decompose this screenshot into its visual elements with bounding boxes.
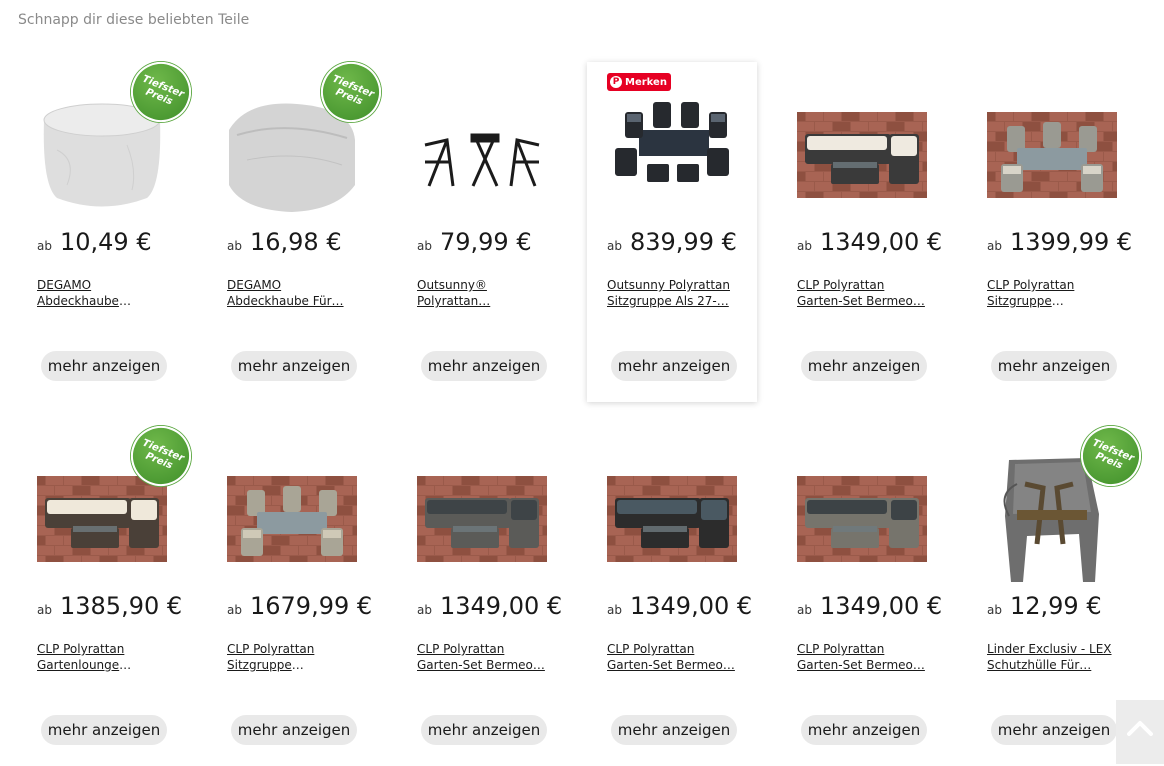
product-card[interactable]: ab 1349,00 € CLP Polyrattan Garten-Set Ber… (397, 426, 567, 766)
price-prefix: ab (227, 603, 242, 617)
product-name-link[interactable]: CLP Polyrattan Garten-Set Bermeo… (797, 277, 925, 311)
show-more-button[interactable]: mehr anzeigen (801, 715, 927, 745)
product-card[interactable]: Tiefster Preis ab 10,49 € DEGAMO Abdeckhaube… (17, 52, 201, 402)
product-card[interactable]: ab 1349,00 € CLP Polyrattan Garten-Set Ber… (587, 426, 757, 766)
product-name-link[interactable]: CLP Polyrattan Garten-Set Bermeo… (797, 641, 925, 675)
product-card[interactable]: ab 1349,00 € CLP Polyrattan Garten-Set Ber… (777, 426, 947, 766)
price-prefix: ab (607, 239, 622, 253)
product-name-link[interactable]: CLP Polyrattan Garten-Set Bermeo… (417, 641, 545, 675)
product-image[interactable] (227, 454, 357, 586)
pinterest-icon: P (610, 76, 622, 88)
price-row: ab 16,98 € (227, 228, 377, 258)
price-prefix: ab (37, 239, 52, 253)
show-more-button[interactable]: mehr anzeigen (991, 715, 1117, 745)
product-card[interactable]: P Merken ab 839,99 € Outsunny Polyrattan Sit… (587, 62, 757, 402)
product-image[interactable] (607, 454, 737, 586)
price-prefix: ab (37, 603, 52, 617)
product-image[interactable] (797, 454, 927, 586)
price-prefix: ab (987, 603, 1002, 617)
price-row: ab 1385,90 € (37, 592, 187, 622)
show-more-button[interactable]: mehr anzeigen (41, 351, 167, 381)
product-name-link[interactable]: CLP Polyrattan Garten-Set Bermeo… (607, 641, 735, 675)
product-price: 1349,00 € (819, 592, 943, 620)
product-price: 16,98 € (249, 228, 342, 256)
product-name-link[interactable]: CLP Polyrattan Sitzgruppe Fontana… (227, 641, 355, 675)
product-card[interactable]: ab 1679,99 € CLP Polyrattan Sitzgruppe Fon… (207, 426, 377, 766)
show-more-button[interactable]: mehr anzeigen (41, 715, 167, 745)
price-prefix: ab (607, 603, 622, 617)
price-prefix: ab (417, 603, 432, 617)
price-prefix: ab (227, 239, 242, 253)
product-price: 1679,99 € (249, 592, 373, 620)
price-row: ab 1349,00 € (797, 228, 947, 258)
price-row: ab 1349,00 € (607, 592, 757, 622)
product-price: 1349,00 € (629, 592, 753, 620)
product-image[interactable] (797, 90, 927, 222)
product-name-link[interactable]: DEGAMO Abdeckhaube Tisch… (37, 277, 165, 311)
price-prefix: ab (987, 239, 1002, 253)
show-more-button[interactable]: mehr anzeigen (421, 715, 547, 745)
product-price: 839,99 € (629, 228, 737, 256)
price-prefix: ab (797, 603, 812, 617)
show-more-button[interactable]: mehr anzeigen (421, 351, 547, 381)
show-more-button[interactable]: mehr anzeigen (231, 351, 357, 381)
product-name-link[interactable]: CLP Polyrattan Gartenlounge Santa… (37, 641, 165, 675)
product-name-link[interactable]: Outsunny Polyrattan Sitzgruppe Als 27-… (607, 277, 735, 311)
product-image[interactable] (987, 90, 1117, 222)
product-price: 1399,99 € (1009, 228, 1133, 256)
product-card[interactable]: Tiefster Preis ab 16,98 € DEGAMO Abdeckhaube… (207, 52, 391, 402)
price-row: ab 1679,99 € (227, 592, 377, 622)
product-card[interactable]: ab 1399,99 € CLP Polyrattan Sitzgruppe Fon… (967, 62, 1137, 402)
product-card[interactable]: ab 1349,00 € CLP Polyrattan Garten-Set Ber… (777, 62, 947, 402)
price-row: ab 1349,00 € (417, 592, 567, 622)
price-row: ab 79,99 € (417, 228, 567, 258)
price-row: ab 10,49 € (37, 228, 187, 258)
price-row: ab 1349,00 € (797, 592, 947, 622)
product-image[interactable] (417, 454, 547, 586)
product-price: 10,49 € (59, 228, 152, 256)
product-image[interactable] (607, 90, 737, 222)
product-price: 79,99 € (439, 228, 532, 256)
product-card[interactable]: Tiefster Preis ab 12,99 € Linder Exclusiv - … (967, 416, 1151, 766)
product-name-link[interactable]: DEGAMO Abdeckhaube Für… (227, 277, 355, 311)
price-row: ab 839,99 € (607, 228, 757, 258)
price-row: ab 12,99 € (987, 592, 1137, 622)
price-prefix: ab (797, 239, 812, 253)
product-card[interactable]: ab 79,99 € Outsunny® Polyrattan… mehr anzei… (397, 62, 567, 402)
product-price: 1385,90 € (59, 592, 183, 620)
product-price: 12,99 € (1009, 592, 1102, 620)
show-more-button[interactable]: mehr anzeigen (801, 351, 927, 381)
show-more-button[interactable]: mehr anzeigen (231, 715, 357, 745)
show-more-button[interactable]: mehr anzeigen (611, 351, 737, 381)
show-more-button[interactable]: mehr anzeigen (611, 715, 737, 745)
product-price: 1349,00 € (439, 592, 563, 620)
show-more-button[interactable]: mehr anzeigen (991, 351, 1117, 381)
chevron-up-icon (1127, 721, 1153, 736)
product-grid: Tiefster Preis ab 10,49 € DEGAMO Abdeckhaube… (0, 0, 1164, 764)
price-row: ab 1399,99 € (987, 228, 1137, 258)
product-image[interactable] (417, 90, 547, 222)
product-card[interactable]: Tiefster Preis ab 1385,90 € CLP Polyrattan G… (17, 416, 201, 766)
pinterest-save-label: Merken (625, 76, 667, 88)
product-name-link[interactable]: Outsunny® Polyrattan… (417, 277, 545, 311)
product-name-link[interactable]: Linder Exclusiv - LEX Schutzhülle Für… (987, 641, 1115, 675)
product-price: 1349,00 € (819, 228, 943, 256)
product-name-link[interactable]: CLP Polyrattan Sitzgruppe Fontana… (987, 277, 1115, 311)
scroll-to-top-button[interactable] (1116, 700, 1164, 764)
pinterest-save-button[interactable]: P Merken (607, 73, 671, 91)
price-prefix: ab (417, 239, 432, 253)
